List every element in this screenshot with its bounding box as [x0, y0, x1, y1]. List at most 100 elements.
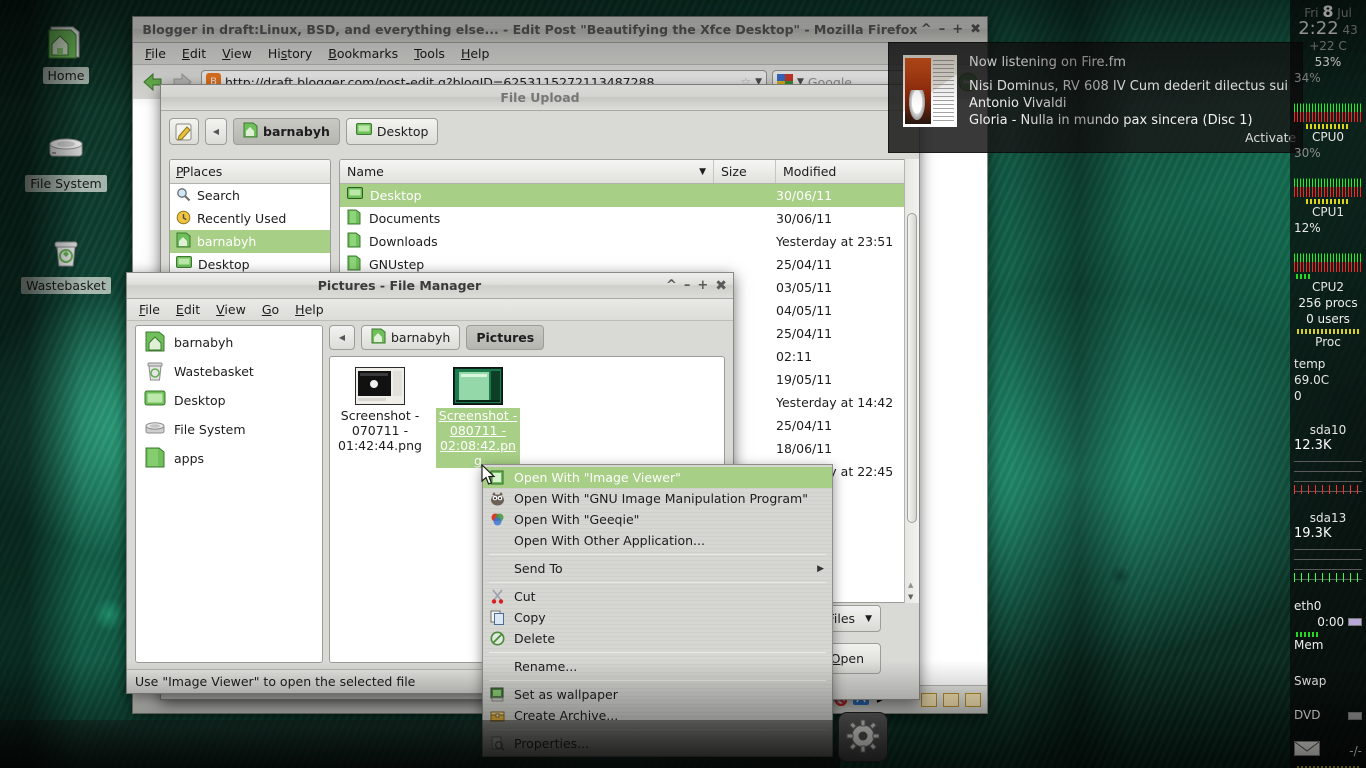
upload-pathbar[interactable]: ◀ barnabyh Desktop [161, 111, 919, 153]
firefox-menubar[interactable]: File Edit View History Bookmarks Tools H… [133, 43, 987, 65]
sidebar-item-label: barnabyh [174, 335, 234, 350]
menu-edit[interactable]: Edit [174, 44, 214, 63]
tray-icon-b[interactable] [965, 692, 981, 707]
menu-history[interactable]: History [260, 44, 320, 63]
table-row[interactable]: Documents 30/06/11 [340, 207, 908, 230]
close-icon[interactable]: ✖ [970, 23, 981, 36]
path-button-desktop[interactable]: Desktop [345, 118, 439, 145]
cell-modified: 25/04/11 [776, 257, 833, 272]
tray-icon-w[interactable] [921, 692, 937, 707]
dock-item-settings[interactable] [838, 712, 888, 762]
menu-help[interactable]: Help [453, 44, 498, 63]
menu-view[interactable]: View [208, 300, 254, 319]
menu-item[interactable]: Set as wallpaper [483, 684, 832, 705]
conky-eth0-label: eth0 [1294, 599, 1322, 613]
list-item[interactable]: Screenshot - 080711 - 02:08:42.png [436, 367, 520, 468]
sidebar-item-wastebasket[interactable]: Wastebasket [136, 357, 322, 386]
menu-file[interactable]: File [131, 300, 168, 319]
submenu-arrow-icon: ▶ [817, 563, 824, 574]
menu-item[interactable]: Open With "Image Viewer" [483, 467, 832, 488]
scrollbar-thumb[interactable] [907, 213, 917, 523]
upload-titlebar[interactable]: File Upload [161, 85, 919, 111]
path-button-label: Desktop [376, 124, 429, 139]
menu-item[interactable]: Send To ▶ [483, 558, 832, 579]
desktop: Home File System Wastebasket Blogger in … [0, 0, 1366, 768]
menu-view[interactable]: View [214, 44, 260, 63]
firefox-titlebar[interactable]: Blogger in draft:Linux, BSD, and everyth… [133, 17, 987, 43]
menu-tools[interactable]: Tools [406, 44, 453, 63]
thunar-window-buttons[interactable]: ^ – + ✖ [666, 279, 727, 293]
menu-item[interactable]: Open With Other Application... [483, 530, 832, 551]
sidebar-item-label: Desktop [174, 393, 226, 408]
menu-go[interactable]: Go [254, 300, 287, 319]
path-scroll-left-button[interactable]: ◀ [205, 118, 227, 145]
shade-icon[interactable]: ^ [921, 23, 932, 36]
trash-icon [14, 232, 118, 275]
minimize-icon[interactable]: – [939, 23, 946, 36]
desktop-icon-home[interactable]: Home [14, 22, 118, 84]
open-label: Open [830, 651, 864, 666]
place-label: Desktop [198, 257, 250, 272]
menu-item[interactable]: Open With "Geeqie" [483, 509, 832, 530]
notification-popup[interactable]: Now listening on Fire.fm Nisi Dominus, R… [888, 42, 1303, 153]
thunar-titlebar[interactable]: Pictures - File Manager ^ – + ✖ [127, 273, 733, 299]
firefox-window-buttons[interactable]: ^ – + ✖ [921, 23, 981, 36]
cell-modified: 02:11 [776, 349, 813, 364]
sidebar-item-apps[interactable]: apps [136, 444, 322, 473]
upload-list-scrollbar[interactable]: ▲ ▼ [904, 159, 919, 603]
tray-icon-l[interactable] [943, 692, 959, 707]
sidebar-item-filesystem[interactable]: File System [136, 415, 322, 444]
shade-icon[interactable]: ^ [666, 279, 677, 292]
maximize-icon[interactable]: + [952, 23, 963, 36]
path-button-label: barnabyh [391, 330, 451, 345]
table-row[interactable]: Desktop 30/06/11 [340, 184, 908, 207]
maximize-icon[interactable]: + [697, 279, 708, 292]
cell-name: Downloads [340, 232, 714, 251]
close-icon[interactable]: ✖ [715, 279, 727, 293]
column-header-size[interactable]: Size [714, 160, 776, 183]
table-row[interactable]: Downloads Yesterday at 23:51 [340, 230, 908, 253]
desktop-icon-filesystem[interactable]: File System [14, 130, 118, 192]
list-item[interactable]: Screenshot - 070711 - 01:42:44.png [338, 367, 422, 453]
cell-modified: 25/04/11 [776, 326, 833, 341]
menu-item[interactable]: Open With "GNU Image Manipulation Progra… [483, 488, 832, 509]
conky-eth0-value: 0:00 [1294, 614, 1362, 630]
sidebar-item-barnabyh[interactable]: barnabyh [136, 328, 322, 357]
home-folder-icon [176, 232, 191, 251]
menu-help[interactable]: Help [287, 300, 332, 319]
path-scroll-left-button[interactable]: ◀ [329, 325, 355, 350]
cell-name: Desktop [340, 187, 714, 204]
scroll-up-icon[interactable]: ▲ [908, 581, 913, 589]
menu-file[interactable]: File [137, 44, 174, 63]
minimize-icon[interactable]: – [684, 279, 691, 292]
file-list-header[interactable]: Name ▼ Size Modified [340, 160, 908, 184]
place-search[interactable]: Search [170, 184, 330, 207]
column-header-modified[interactable]: Modified [776, 160, 908, 183]
desktop-icon-wastebasket[interactable]: Wastebasket [14, 232, 118, 294]
thunar-menubar[interactable]: File Edit View Go Help [127, 299, 733, 321]
sidebar-item-desktop[interactable]: Desktop [136, 386, 322, 415]
menu-item[interactable]: Cut [483, 586, 832, 607]
path-button-barnabyh[interactable]: barnabyh [361, 325, 461, 350]
menu-item[interactable]: Rename... [483, 656, 832, 677]
thunar-sidebar[interactable]: barnabyh Wastebasket Desktop File System… [135, 325, 323, 663]
place-barnabyh[interactable]: barnabyh [170, 230, 330, 253]
scroll-down-icon[interactable]: ▼ [908, 593, 913, 601]
path-button-barnabyh[interactable]: barnabyh [233, 118, 340, 145]
location-entry-toggle-button[interactable] [169, 118, 199, 145]
file-thumbnail [453, 367, 503, 408]
thunar-pathbar[interactable]: ◀ barnabyh Pictures [329, 325, 725, 350]
column-header-name[interactable]: Name ▼ [340, 160, 714, 183]
sda10-graph [1294, 452, 1362, 494]
menu-bookmarks[interactable]: Bookmarks [320, 44, 406, 63]
menu-item[interactable]: Delete [483, 628, 832, 649]
menu-edit[interactable]: Edit [168, 300, 208, 319]
dock-panel[interactable] [0, 720, 840, 768]
context-menu[interactable]: Open With "Image Viewer" Open With "GNU I… [482, 464, 833, 757]
path-button-pictures[interactable]: Pictures [466, 325, 545, 350]
cell-modified: 25/04/11 [776, 418, 833, 433]
conky-cpu2-label: CPU2 [1311, 280, 1345, 294]
menu-item[interactable]: Copy [483, 607, 832, 628]
conky-cpu1-label: CPU1 [1311, 205, 1345, 219]
place-recently-used[interactable]: Recently Used [170, 207, 330, 230]
